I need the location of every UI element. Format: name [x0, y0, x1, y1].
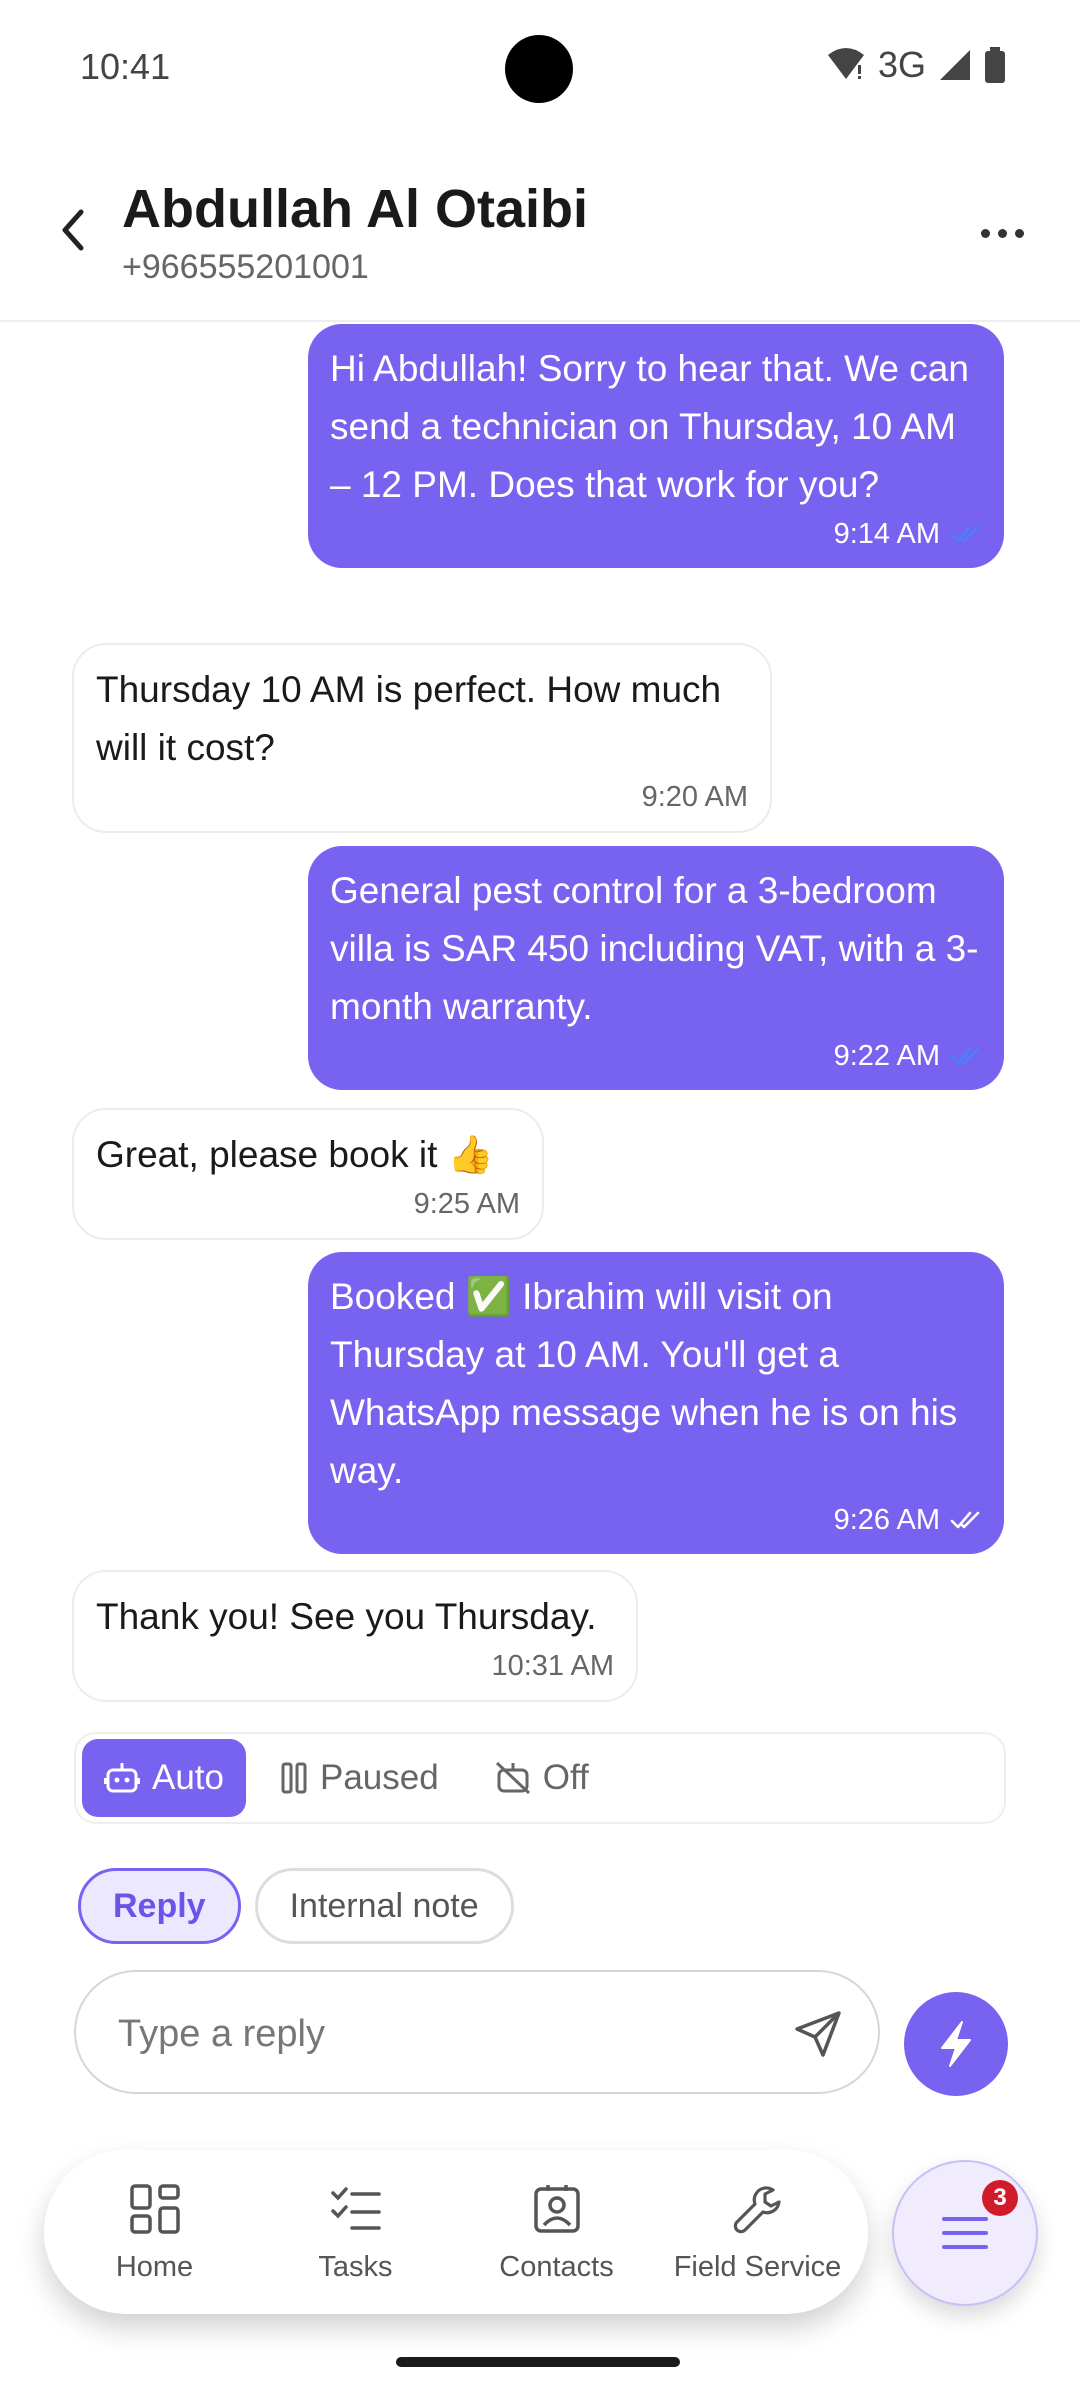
status-time: 10:41: [80, 46, 171, 87]
message-meta: 9:22 AM: [330, 1036, 982, 1076]
message-time: 9:25 AM: [413, 1188, 520, 1220]
tab-internal-note[interactable]: Internal note: [254, 1868, 514, 1944]
quick-action-button[interactable]: [904, 1992, 1008, 2096]
reply-composer: [74, 1970, 880, 2094]
message-text: Booked ✅ Ibrahim will visit on Thursday …: [330, 1276, 958, 1491]
message-text: Hi Abdullah! Sorry to hear that. We can …: [330, 348, 969, 505]
message-meta: 10:31 AM: [96, 1646, 614, 1686]
ai-mode-selector: Auto Paused Off: [74, 1732, 1006, 1824]
mode-off-button[interactable]: Off: [473, 1739, 611, 1817]
message-bubble-outgoing[interactable]: Booked ✅ Ibrahim will visit on Thursday …: [308, 1252, 1004, 1554]
message-time: 9:20 AM: [641, 781, 748, 813]
nav-item-tasks[interactable]: Tasks: [261, 2181, 451, 2284]
contact-card-icon: [533, 2184, 580, 2233]
pause-icon: [281, 1762, 307, 1794]
robot-icon: [104, 1763, 140, 1793]
message-bubble-incoming[interactable]: Thank you! See you Thursday. 10:31 AM: [72, 1570, 638, 1702]
mode-paused-button[interactable]: Paused: [258, 1739, 461, 1817]
mode-label: Paused: [320, 1758, 439, 1797]
mode-auto-button[interactable]: Auto: [82, 1739, 246, 1817]
nav-item-field-service[interactable]: Field Service: [663, 2181, 853, 2284]
send-icon: [795, 2011, 841, 2057]
contact-phone: +966555201001: [122, 248, 369, 286]
message-time: 9:14 AM: [833, 518, 940, 550]
message-text: Great, please book it 👍: [96, 1134, 494, 1175]
bottom-navigation: Home Tasks Contacts Field Service: [44, 2150, 868, 2314]
back-button[interactable]: [48, 200, 98, 260]
nav-item-contacts[interactable]: Contacts: [462, 2181, 652, 2284]
message-meta: 9:14 AM: [330, 514, 982, 554]
message-bubble-incoming[interactable]: Thursday 10 AM is perfect. How much will…: [72, 643, 772, 833]
message-time: 9:22 AM: [833, 1040, 940, 1072]
wrench-icon: [733, 2185, 781, 2233]
nav-label: Tasks: [318, 2250, 393, 2283]
nav-label: Contacts: [499, 2250, 614, 2283]
send-button[interactable]: [788, 2004, 848, 2064]
message-time: 10:31 AM: [491, 1650, 614, 1682]
double-check-icon: [950, 525, 980, 543]
grid-icon: [129, 2183, 180, 2234]
mode-label: Off: [542, 1758, 589, 1797]
network-type: 3G: [877, 44, 926, 85]
more-options-button[interactable]: [972, 208, 1032, 258]
message-text: General pest control for a 3-bedroom vil…: [330, 870, 979, 1027]
nav-label: Home: [115, 2250, 194, 2283]
message-text: Thank you! See you Thursday.: [96, 1596, 597, 1637]
message-bubble-outgoing[interactable]: General pest control for a 3-bedroom vil…: [308, 846, 1004, 1090]
double-check-icon: [950, 1511, 980, 1529]
mode-label: Auto: [152, 1758, 224, 1797]
notification-badge: 3: [982, 2180, 1018, 2216]
battery-icon: [985, 47, 1005, 83]
message-text: Thursday 10 AM is perfect. How much will…: [96, 669, 722, 768]
home-indicator[interactable]: [396, 2357, 680, 2367]
message-meta: 9:25 AM: [96, 1184, 520, 1224]
tab-reply[interactable]: Reply: [78, 1868, 241, 1944]
status-bar: 10:41 3G: [0, 0, 1080, 130]
message-meta: 9:20 AM: [96, 777, 748, 817]
message-bubble-outgoing[interactable]: Hi Abdullah! Sorry to hear that. We can …: [308, 324, 1004, 568]
bot-off-icon: [495, 1761, 530, 1795]
signal-icon: [940, 50, 970, 80]
more-horizontal-icon: [980, 228, 990, 238]
message-meta: 9:26 AM: [330, 1500, 982, 1540]
menu-fab-button[interactable]: 3: [892, 2160, 1038, 2306]
chevron-left-icon: [62, 209, 84, 251]
double-check-icon: [950, 1047, 980, 1065]
nav-item-home[interactable]: Home: [60, 2181, 250, 2284]
menu-icon: [942, 2217, 988, 2249]
message-bubble-incoming[interactable]: Great, please book it 👍 9:25 AM: [72, 1108, 544, 1240]
status-icons: 3G: [826, 44, 1006, 86]
nav-label: Field Service: [673, 2250, 842, 2283]
checklist-icon: [330, 2186, 381, 2230]
contact-name[interactable]: Abdullah Al Otaibi: [122, 178, 588, 240]
reply-input[interactable]: [118, 2002, 758, 2066]
chat-header: Abdullah Al Otaibi +966555201001: [0, 160, 1080, 322]
bolt-icon: [941, 2021, 971, 2067]
reply-type-tabs: Reply Internal note: [78, 1868, 514, 1944]
message-time: 9:26 AM: [833, 1504, 940, 1536]
wifi-icon: [827, 48, 864, 79]
camera-cutout: [505, 35, 573, 103]
